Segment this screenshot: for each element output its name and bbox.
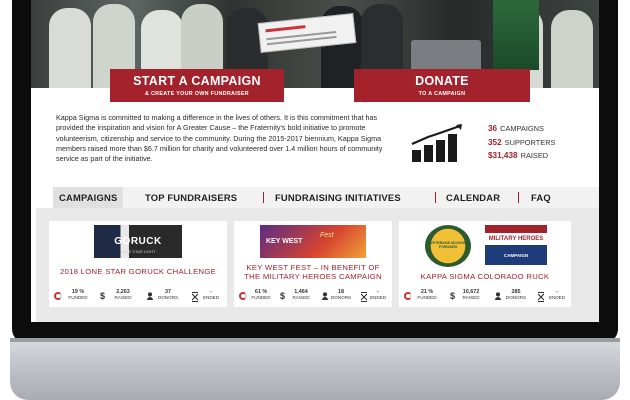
start-campaign-button[interactable]: START A CAMPAIGN & CREATE YOUR OWN FUNDR… (110, 69, 284, 102)
donors-icon (146, 292, 154, 300)
raised-stat: 10,672 RAISED (462, 289, 480, 300)
goruck-image-text: GORUCK (114, 236, 162, 247)
campaign-title[interactable]: 2018 LONE STAR GORUCK CHALLENGE (53, 267, 223, 276)
funded-stat: 19 % FUNDED (68, 289, 88, 300)
dollar-icon: $ (100, 291, 106, 301)
flag (493, 0, 539, 70)
campaign-card[interactable]: GORUCK LONE STAR LIGHT 2018 LONE STAR GO… (49, 221, 227, 307)
key-west-image-sub: Fest (320, 232, 334, 239)
campaign-stats: 19 % FUNDED $ 2,263 RAISED 37 DONORS - ENDED (52, 289, 224, 304)
tab-bar: CAMPAIGNS TOP FUNDRAISERS FUNDRAISING IN… (53, 187, 599, 208)
donors-icon (494, 292, 502, 300)
tab-separator (263, 192, 264, 203)
screen: START A CAMPAIGN & CREATE YOUR OWN FUNDR… (31, 0, 599, 322)
funded-ring-icon (404, 292, 412, 300)
funded-ring-icon (239, 292, 247, 300)
ended-stat: - ENDED (369, 289, 387, 300)
military-heroes-text: MILITARY HEROES (488, 236, 544, 242)
stat-value: 36 (488, 124, 498, 133)
hourglass-icon (538, 292, 544, 302)
ended-stat: - ENDED (548, 289, 566, 300)
tab-separator (435, 192, 436, 203)
donate-label: DONATE (415, 74, 469, 88)
stat-campaigns: 36 CAMPAIGNS (488, 124, 555, 138)
campaign-card[interactable]: KEY WEST Fest KEY WEST FEST – IN BENEFIT… (234, 221, 392, 307)
tab-top-fundraisers[interactable]: TOP FUNDRAISERS (145, 187, 237, 208)
donors-stat: 285 DONORS (505, 289, 527, 300)
donors-icon (321, 292, 329, 300)
stat-raised: $31,438 RAISED (488, 151, 555, 165)
key-west-image-text: KEY WEST (266, 238, 303, 245)
tab-calendar[interactable]: CALENDAR (446, 187, 500, 208)
stat-supporters: 352 SUPPORTERS (488, 138, 555, 152)
goruck-image: GORUCK LONE STAR LIGHT (94, 225, 182, 258)
veterans-badge-image: VETERANS MOVING FORWARD (425, 225, 471, 267)
stats: 36 CAMPAIGNS 352 SUPPORTERS $31,438 RAISED (488, 124, 555, 165)
raised-stat: 2,263 RAISED (114, 289, 132, 300)
campaign-stats: 21 % FUNDED $ 10,672 RAISED 285 DONORS - END… (402, 289, 568, 304)
military-heroes-sub: CAMPAIGN (503, 253, 529, 258)
growth-chart-icon (411, 124, 462, 162)
hero-person (49, 8, 91, 88)
funded-stat: 21 % FUNDED (417, 289, 437, 300)
ended-stat: - ENDED (202, 289, 220, 300)
tab-separator (518, 192, 519, 203)
stat-label: SUPPORTERS (504, 137, 556, 147)
hourglass-icon (361, 292, 367, 302)
monitor-chin (10, 338, 620, 400)
campaign-stats: 61 % FUNDED $ 1,464 RAISED 18 DONORS - ENDED (237, 289, 389, 304)
goruck-image-sub: LONE STAR LIGHT (120, 249, 156, 254)
donors-stat: 18 DONORS (330, 289, 352, 300)
donors-stat: 37 DONORS (157, 289, 179, 300)
start-campaign-label: START A CAMPAIGN (133, 74, 261, 88)
dollar-icon: $ (450, 291, 456, 301)
military-heroes-image: MILITARY HEROES CAMPAIGN (485, 225, 547, 265)
campaign-title[interactable]: KEY WEST FEST – IN BENEFIT OF THE MILITA… (238, 263, 388, 282)
funded-stat: 61 % FUNDED (251, 289, 271, 300)
campaign-card[interactable]: VETERANS MOVING FORWARD MILITARY HEROES … (399, 221, 571, 307)
dollar-icon: $ (280, 291, 286, 301)
raised-stat: 1,464 RAISED (292, 289, 310, 300)
hero-person (551, 10, 593, 88)
stat-value: 352 (488, 137, 502, 147)
funded-ring-icon (54, 292, 62, 300)
stat-label: RAISED (520, 151, 549, 160)
about-text: Kappa Sigma is committed to making a dif… (56, 113, 383, 164)
veterans-badge-text: VETERANS MOVING FORWARD (430, 241, 466, 249)
tab-fundraising-initiatives[interactable]: FUNDRAISING INITIATIVES (275, 187, 401, 208)
key-west-image: KEY WEST Fest (260, 225, 366, 258)
donate-button[interactable]: DONATE TO A CAMPAIGN (354, 69, 530, 102)
tab-campaigns[interactable]: CAMPAIGNS (53, 187, 124, 208)
stat-value: $31,438 (488, 151, 518, 160)
stat-label: CAMPAIGNS (500, 124, 544, 133)
tab-faq[interactable]: FAQ (531, 187, 551, 208)
hourglass-icon (192, 292, 198, 302)
start-campaign-sub: & CREATE YOUR OWN FUNDRAISER (144, 91, 250, 97)
donate-sub: TO A CAMPAIGN (418, 91, 466, 97)
campaign-title[interactable]: KAPPA SIGMA COLORADO RUCK (403, 272, 567, 281)
